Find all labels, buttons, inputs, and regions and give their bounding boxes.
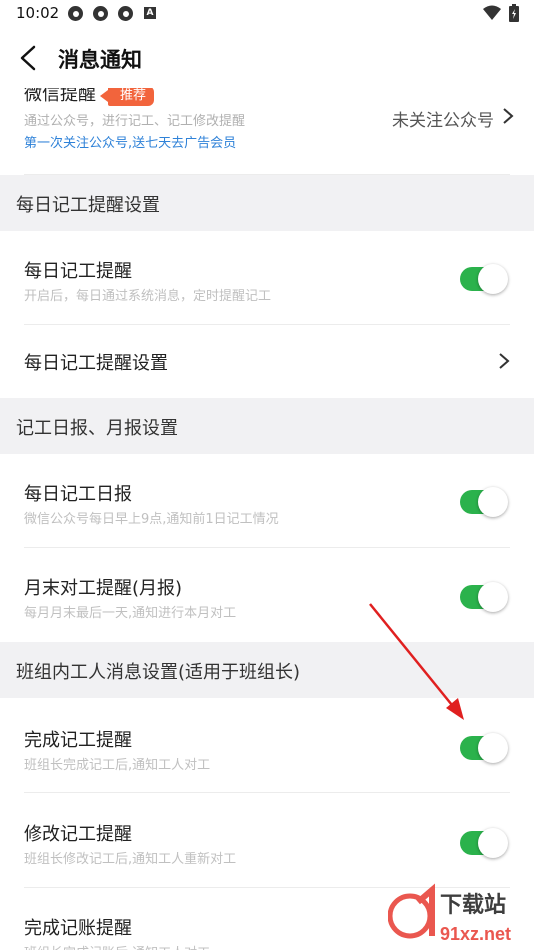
status-bar: 10:02 A (0, 0, 534, 28)
follow-status[interactable]: 未关注公众号 (392, 106, 494, 131)
recommend-badge: 推荐 (99, 88, 155, 106)
toggle-knob (478, 487, 508, 517)
app-notification-icon (118, 6, 133, 21)
daily-report-toggle[interactable] (460, 487, 508, 517)
row-monthly-report: 月末对工提醒(月报) 每月月末最后一天,通知进行本月对工 (0, 548, 534, 642)
a-notification-icon: A (144, 7, 156, 19)
nav-bar: 消息通知 (0, 28, 534, 88)
app-notification-icon (93, 6, 108, 21)
status-time: 10:02 (16, 4, 60, 22)
row-desc: 开启后，每日通过系统消息，定时提醒记工 (24, 289, 272, 304)
row-complete-record: 完成记工提醒 班组长完成记工后,通知工人对工 (0, 698, 534, 792)
section-header-report-settings: 记工日报、月报设置 (0, 398, 534, 454)
row-title: 每日记工提醒设置 (24, 353, 168, 374)
watermark-logo: 下载站 91xz.net (388, 883, 511, 944)
row-title: 完成记工提醒 (24, 730, 132, 751)
complete-record-toggle[interactable] (460, 733, 508, 763)
row-desc: 班组长修改记工后,通知工人重新对工 (24, 852, 237, 867)
row-title: 月末对工提醒(月报) (24, 578, 183, 599)
section-header-team-worker: 班组内工人消息设置(适用于班组长) (0, 642, 534, 698)
row-desc: 微信公众号每日早上9点,通知前1日记工情况 (24, 512, 279, 527)
row-title: 完成记账提醒 (24, 918, 132, 939)
monthly-report-toggle[interactable] (460, 582, 508, 612)
follow-promo-link[interactable]: 第一次关注公众号,送七天去广告会员 (24, 132, 236, 151)
row-modify-record: 修改记工提醒 班组长修改记工后,通知工人重新对工 (0, 793, 534, 887)
wifi-icon (483, 5, 501, 20)
row-desc: 班组长完成记账后,通知工人对工 (24, 942, 210, 950)
section-header-daily-reminder: 每日记工提醒设置 (0, 175, 534, 231)
wechat-reminder-title: 微信提醒 (24, 88, 96, 105)
svg-text:91xz.net: 91xz.net (440, 924, 511, 944)
chevron-right-icon (503, 108, 514, 124)
page-title: 消息通知 (58, 48, 142, 72)
row-title: 修改记工提醒 (24, 824, 132, 845)
wechat-reminder-desc: 通过公众号，进行记工、记工修改提醒 (24, 114, 246, 129)
toggle-knob (478, 582, 508, 612)
wechat-reminder-row[interactable]: 微信提醒 推荐 通过公众号，进行记工、记工修改提醒 第一次关注公众号,送七天去广… (0, 88, 534, 174)
modify-record-toggle[interactable] (460, 828, 508, 858)
battery-icon (509, 4, 519, 22)
svg-text:下载站: 下载站 (440, 892, 506, 917)
app-notification-icon (68, 6, 83, 21)
row-desc: 每月月末最后一天,通知进行本月对工 (24, 606, 237, 621)
toggle-knob (478, 264, 508, 294)
row-title: 每日记工日报 (24, 484, 132, 505)
section-title: 班组内工人消息设置(适用于班组长) (16, 662, 301, 683)
row-daily-report: 每日记工日报 微信公众号每日早上9点,通知前1日记工情况 (0, 454, 534, 547)
row-desc: 班组长完成记工后,通知工人对工 (24, 758, 211, 773)
section-title: 记工日报、月报设置 (16, 418, 178, 439)
chevron-right-icon (499, 353, 510, 369)
daily-reminder-toggle[interactable] (460, 264, 508, 294)
row-daily-reminder-settings[interactable]: 每日记工提醒设置 (0, 325, 534, 398)
toggle-knob (478, 733, 508, 763)
row-daily-reminder: 每日记工提醒 开启后，每日通过系统消息，定时提醒记工 (0, 231, 534, 324)
toggle-knob (478, 828, 508, 858)
row-title: 每日记工提醒 (24, 261, 132, 282)
section-title: 每日记工提醒设置 (16, 195, 160, 216)
back-arrow-icon[interactable] (16, 44, 44, 72)
